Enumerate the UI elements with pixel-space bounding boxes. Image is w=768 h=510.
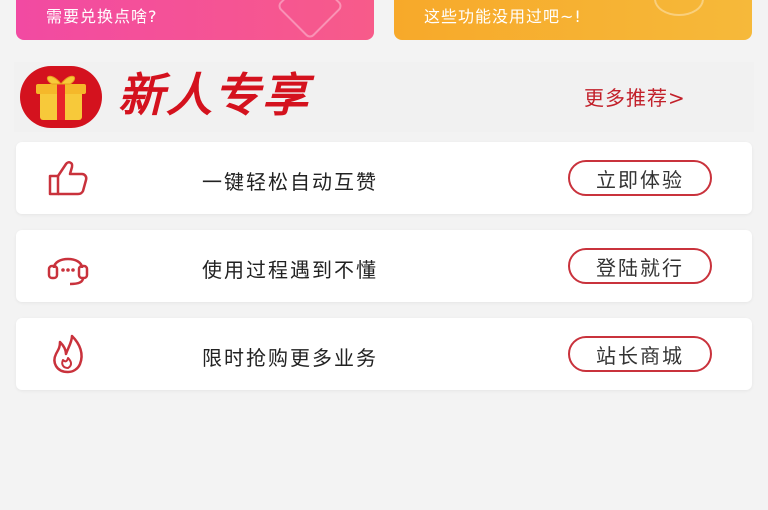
newcomer-section-header: 新人专享 更多推荐> [14,62,754,132]
webmaster-mall-button[interactable]: 站长商城 [568,336,712,372]
thumbs-up-icon [46,158,90,198]
heart-icon [654,0,704,16]
feature-row-help: 使用过程遇到不懂 登陆就行 [16,230,752,302]
try-now-button[interactable]: 立即体验 [568,160,712,196]
heart-icon [276,0,344,40]
features-card[interactable]: 这些功能没用过吧~! [394,0,752,40]
redeem-card-text: 需要兑换点啥? [46,7,158,26]
login-button[interactable]: 登陆就行 [568,248,712,284]
feature-label: 一键轻松自动互赞 [202,170,378,194]
more-recommend-link[interactable]: 更多推荐> [584,82,686,111]
features-card-text: 这些功能没用过吧~! [424,7,582,26]
feature-label: 使用过程遇到不懂 [202,258,378,282]
gift-icon [20,66,102,128]
feature-row-flash-sale: 限时抢购更多业务 站长商城 [16,318,752,390]
feature-label: 限时抢购更多业务 [202,346,378,370]
headset-icon [46,246,90,286]
flame-icon [46,334,90,374]
section-title: 新人专享 [118,68,310,122]
feature-row-auto-like: 一键轻松自动互赞 立即体验 [16,142,752,214]
redeem-card[interactable]: 需要兑换点啥? [16,0,374,40]
